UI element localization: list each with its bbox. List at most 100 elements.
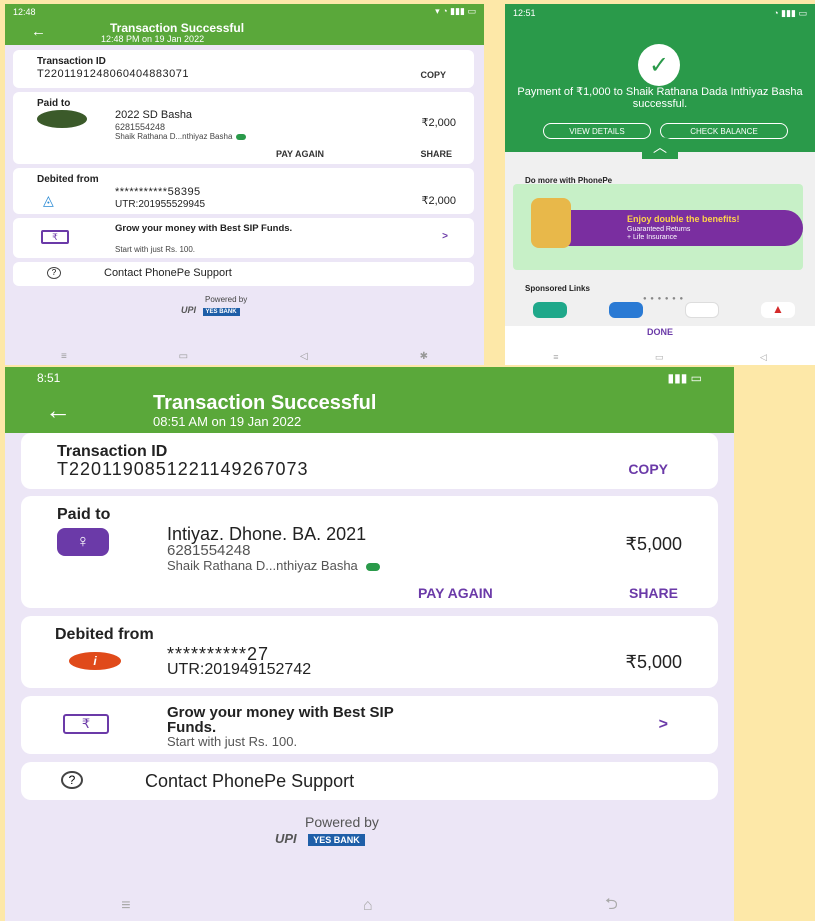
sip-title: Grow your money with Best SIP Funds. — [115, 223, 293, 234]
screenshot-panel-3: 8:51 ▮▮▮ ▭ ← Transaction Successful 08:5… — [5, 367, 734, 921]
verified-icon — [365, 562, 380, 571]
back-nav-icon[interactable]: ⮌ — [605, 893, 618, 920]
transaction-id-value: T2201191248060404883071 — [37, 68, 189, 80]
system-nav-bar: ≡ ▭ ◁ ✱ — [5, 347, 484, 365]
debited-amount: ₹2,000 — [421, 195, 456, 207]
home-icon[interactable]: ▭ — [179, 351, 188, 362]
accessibility-icon[interactable]: ✱ — [420, 351, 428, 362]
contact-support-row[interactable]: ? Contact PhonePe Support — [21, 762, 718, 800]
home-icon[interactable]: ▭ — [655, 352, 664, 363]
powered-by-label: Powered by — [205, 295, 248, 304]
promo-title: Enjoy double the benefits! — [627, 214, 740, 224]
copy-button[interactable]: COPY — [420, 70, 446, 80]
system-nav-bar: ≡ ⌂ ⮌ — [5, 891, 734, 921]
chevron-up-icon[interactable]: ︿ — [642, 137, 678, 159]
share-button[interactable]: SHARE — [420, 149, 452, 159]
status-icons: ◔ ▮▮▮ ▭ — [773, 8, 807, 18]
pay-again-button[interactable]: PAY AGAIN — [276, 149, 324, 159]
status-bar: 12:51 ◔ ▮▮▮ ▭ — [505, 4, 815, 23]
system-nav-bar: ≡ ▭ ◁ — [505, 349, 815, 365]
utr-number: UTR:201955529945 — [115, 199, 206, 210]
debited-amount: ₹5,000 — [625, 652, 683, 672]
debited-from-card: Debited from i **********27 UTR:20194915… — [21, 616, 718, 688]
check-balance-button[interactable]: CHECK BALANCE — [660, 123, 788, 139]
sip-subtitle: Start with just Rs. 100. — [115, 245, 196, 254]
pay-again-button[interactable]: PAY AGAIN — [418, 585, 493, 601]
status-icons: ▮▮▮ ▭ — [667, 371, 702, 385]
powered-by-label: Powered by — [305, 814, 379, 830]
bank-icon: ◬ — [43, 192, 54, 208]
carousel-dots: ● ● ● ● ● ● — [643, 296, 685, 302]
transaction-id-card: Transaction ID T2201190851221149267073 C… — [21, 433, 718, 489]
sip-subtitle: Start with just Rs. 100. — [167, 734, 298, 749]
payee-account: Shaik Rathana D...nthiyaz Basha — [115, 132, 233, 141]
help-circle-icon: ? — [61, 771, 83, 789]
page-title: Transaction Successful — [110, 21, 245, 35]
sponsored-link-4[interactable]: ▲ — [761, 302, 795, 318]
promo-pill: Enjoy double the benefits! Guaranteed Re… — [537, 210, 803, 246]
page-subtitle: 08:51 AM on 19 Jan 2022 — [153, 414, 302, 429]
promo-banner[interactable]: Enjoy double the benefits! Guaranteed Re… — [513, 184, 803, 302]
back-arrow-icon[interactable]: ← — [31, 23, 46, 40]
transaction-id-label: Transaction ID — [37, 56, 106, 67]
screenshot-panel-1: 12:48 ▾ ◔ ▮▮▮ ▭ ← Transaction Successful… — [5, 4, 484, 365]
payee-name: 2022 SD Basha — [115, 109, 193, 121]
support-label: Contact PhonePe Support — [104, 267, 232, 279]
debited-from-card: Debited from ◬ ***********58395 UTR:2019… — [13, 168, 474, 214]
debited-from-label: Debited from — [55, 626, 154, 643]
debited-from-label: Debited from — [37, 174, 99, 185]
paid-to-label: Paid to — [57, 506, 111, 523]
yes-bank-logo: YES BANK — [202, 308, 240, 316]
promo-line-2: + Life Insurance — [627, 234, 678, 241]
status-time: 12:48 — [13, 6, 36, 17]
help-circle-icon: ? — [47, 267, 61, 279]
bank-icon: i — [69, 652, 121, 670]
success-header: 12:51 ◔ ▮▮▮ ▭ ✓ Payment of ₹1,000 to Sha… — [505, 4, 815, 152]
app-header: ← Transaction Successful 12:48 PM on 19 … — [5, 19, 484, 45]
yes-bank-logo: YES BANK — [308, 834, 365, 846]
screenshot-panel-2: 12:51 ◔ ▮▮▮ ▭ ✓ Payment of ₹1,000 to Sha… — [505, 4, 815, 365]
transaction-id-value: T2201190851221149267073 — [57, 459, 309, 479]
account-number: ***********58395 — [115, 186, 201, 198]
do-more-section: Do more with PhonePe Enjoy double the be… — [505, 152, 815, 326]
sip-promo-card[interactable]: ₹ Grow your money with Best SIP Funds. S… — [21, 696, 718, 754]
sponsored-label: Sponsored Links — [525, 284, 590, 293]
paid-to-card: Paid to ♀ Intiyaz. Dhone. BA. 2021 62815… — [21, 496, 718, 608]
payee-account-row: Shaik Rathana D...nthiyaz Basha — [115, 132, 247, 141]
share-button[interactable]: SHARE — [629, 585, 678, 601]
contact-support-row[interactable]: ? Contact PhonePe Support — [13, 262, 474, 286]
page-title: Transaction Successful — [153, 392, 377, 414]
status-bar: 12:48 ▾ ◔ ▮▮▮ ▭ — [5, 4, 484, 19]
chevron-right-icon: > — [442, 231, 448, 242]
status-time: 12:51 — [513, 8, 536, 18]
user-icon: ♀ — [57, 528, 109, 556]
app-header: ← Transaction Successful 08:51 AM on 19 … — [5, 389, 734, 433]
home-icon[interactable]: ⌂ — [363, 897, 373, 915]
view-details-button[interactable]: VIEW DETAILS — [543, 123, 651, 139]
back-arrow-icon[interactable]: ← — [45, 395, 71, 426]
payee-account: Shaik Rathana D...nthiyaz Basha — [167, 558, 358, 573]
payment-message: Payment of ₹1,000 to Shaik Rathana Dada … — [517, 86, 803, 110]
payee-phone: 6281554248 — [115, 122, 166, 132]
back-nav-icon[interactable]: ◁ — [760, 352, 767, 363]
back-nav-icon[interactable]: ◁ — [300, 351, 308, 362]
upi-logo: UPI — [181, 305, 197, 315]
payee-phone: 6281554248 — [167, 542, 251, 559]
support-label: Contact PhonePe Support — [145, 771, 355, 791]
menu-icon[interactable]: ≡ — [61, 351, 67, 362]
copy-button[interactable]: COPY — [628, 461, 668, 477]
verified-icon — [236, 133, 247, 140]
sip-promo-card[interactable]: ₹ Grow your money with Best SIP Funds. S… — [13, 218, 474, 258]
status-icons: ▾ ◔ ▮▮▮ ▭ — [435, 6, 476, 16]
rupee-card-icon: ₹ — [41, 230, 69, 244]
paid-amount: ₹5,000 — [625, 534, 683, 554]
sponsored-link-3[interactable] — [685, 302, 719, 318]
done-button[interactable]: DONE — [505, 327, 815, 337]
upi-logo: UPI — [275, 831, 297, 846]
sponsored-link-2[interactable] — [609, 302, 643, 318]
menu-icon[interactable]: ≡ — [121, 897, 130, 915]
paid-to-card: Paid to 2022 SD Basha 6281554248 Shaik R… — [13, 92, 474, 164]
sponsored-link-1[interactable] — [533, 302, 567, 318]
menu-icon[interactable]: ≡ — [553, 352, 558, 362]
rupee-card-icon: ₹ — [63, 714, 109, 734]
